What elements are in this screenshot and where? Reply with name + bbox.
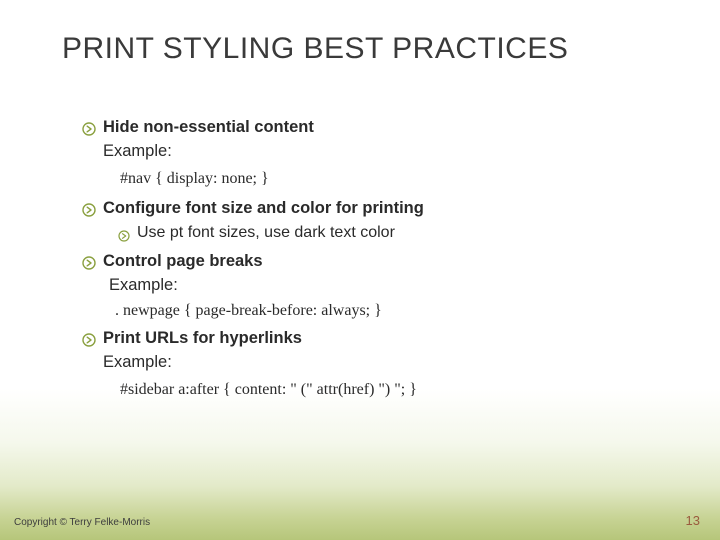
sub-bullet-text: Use pt font sizes, use dark text color — [137, 222, 670, 244]
arrow-circle-icon — [82, 331, 96, 345]
bullet-heading: Print URLs for hyperlinks — [103, 327, 670, 349]
arrow-circle-icon — [118, 226, 130, 238]
copyright-footer: Copyright © Terry Felke-Morris — [14, 517, 150, 528]
arrow-circle-icon — [82, 120, 96, 134]
code-snippet: #sidebar a:after { content: " (" attr(hr… — [120, 379, 670, 401]
slide-content: Hide non-essential content Example: #nav… — [82, 116, 670, 408]
slide-title: PRINT STYLING BEST PRACTICES — [62, 32, 690, 66]
bullet-item: Print URLs for hyperlinks — [82, 327, 670, 349]
bullet-heading: Hide non-essential content — [103, 116, 670, 138]
bullet-item: Hide non-essential content — [82, 116, 670, 138]
arrow-circle-icon — [82, 254, 96, 268]
example-label: Example: — [109, 274, 670, 296]
bullet-heading: Configure font size and color for printi… — [103, 197, 670, 219]
bullet-heading: Control page breaks — [103, 250, 670, 272]
example-label: Example: — [103, 351, 670, 373]
code-snippet: . newpage { page-break-before: always; } — [115, 300, 670, 322]
bullet-item: Control page breaks — [82, 250, 670, 272]
code-snippet: #nav { display: none; } — [120, 168, 670, 190]
sub-bullet-item: Use pt font sizes, use dark text color — [118, 222, 670, 244]
bullet-item: Configure font size and color for printi… — [82, 197, 670, 219]
example-label: Example: — [103, 140, 670, 162]
page-number: 13 — [686, 513, 700, 528]
arrow-circle-icon — [82, 201, 96, 215]
slide: PRINT STYLING BEST PRACTICES Hide non-es… — [0, 0, 720, 540]
